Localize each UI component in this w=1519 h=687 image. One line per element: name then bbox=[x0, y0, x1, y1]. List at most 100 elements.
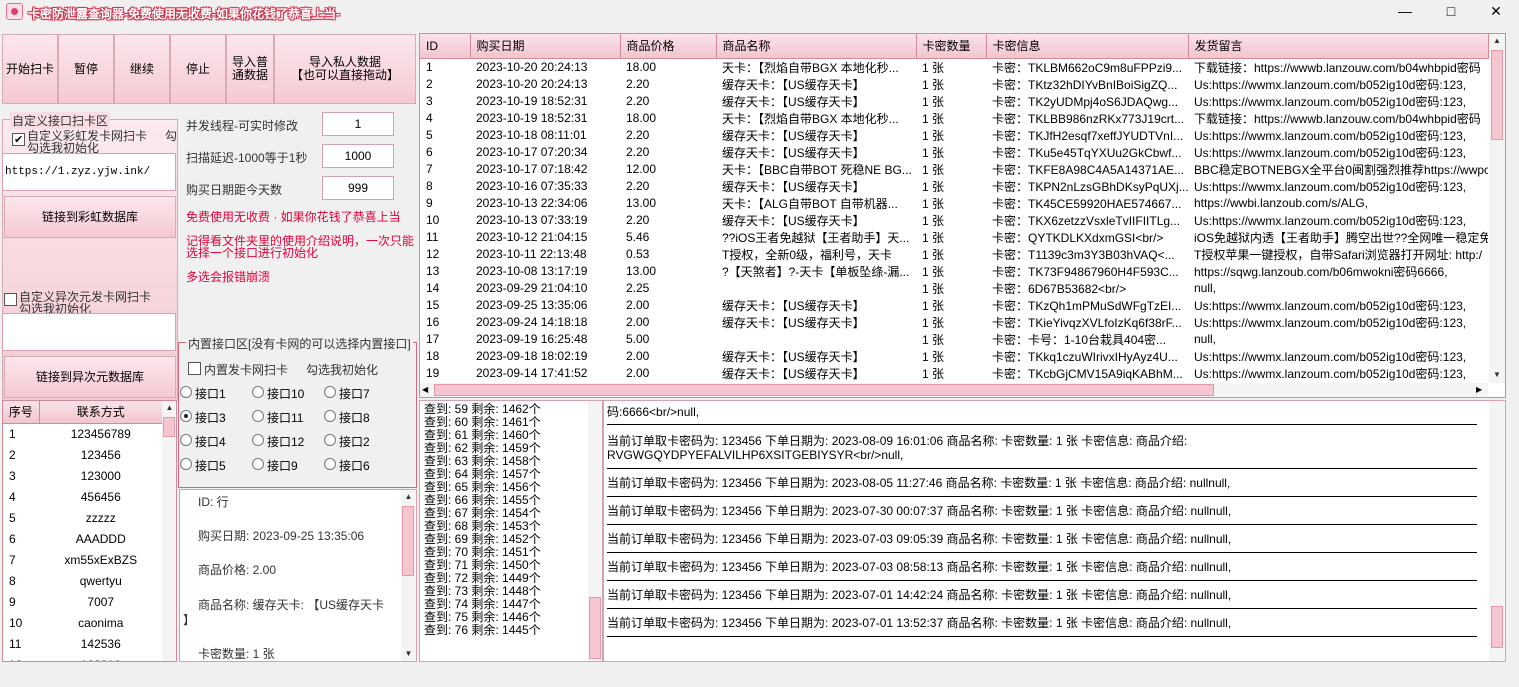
table-row[interactable]: 14 2023-09-29 21:04:10 2.25 1 张 卡密：6D67B5368… bbox=[420, 280, 1488, 297]
caihong-url-input[interactable]: https://1.zyz.yjw.ink/ bbox=[2, 153, 176, 191]
list-item[interactable]: 11 142536 bbox=[3, 633, 163, 654]
radio-circle-icon[interactable] bbox=[324, 410, 336, 422]
contacts-header-contact[interactable]: 联系方式 bbox=[39, 401, 163, 424]
close-button[interactable]: ✕ bbox=[1474, 0, 1518, 22]
radio-label: 接口10 bbox=[267, 387, 305, 401]
contact-index: 6 bbox=[9, 531, 16, 546]
scroll-up-icon[interactable]: ▲ bbox=[401, 490, 416, 504]
maximize-button[interactable]: □ bbox=[1429, 0, 1473, 22]
table-row[interactable]: 10 2023-10-13 07:33:19 2.20 缓存天卡：【US缓存天卡】 1 … bbox=[420, 212, 1488, 229]
list-item[interactable]: 10 caonima bbox=[3, 612, 163, 633]
list-item[interactable]: 6 AAADDD bbox=[3, 528, 163, 549]
stop-button[interactable]: 停止 bbox=[170, 34, 226, 104]
list-item[interactable]: 9 7007 bbox=[3, 591, 163, 612]
result-scrollbar[interactable] bbox=[1489, 401, 1505, 661]
minimize-button[interactable]: — bbox=[1383, 0, 1427, 22]
scroll-up-icon[interactable]: ▲ bbox=[162, 401, 176, 415]
contacts-header-index[interactable]: 序号 bbox=[3, 401, 40, 424]
orders-header-3[interactable]: 商品名称 bbox=[716, 34, 917, 59]
table-row[interactable]: 3 2023-10-19 18:52:31 2.20 缓存天卡：【US缓存天卡】 1 张… bbox=[420, 93, 1488, 110]
yiciyuan-connect-button[interactable]: 链接到异次元数据库 bbox=[4, 356, 176, 398]
list-item[interactable]: 7 xm55xExBZS bbox=[3, 549, 163, 570]
table-row[interactable]: 2 2023-10-20 20:24:13 2.20 缓存天卡：【US缓存天卡】 1 张… bbox=[420, 76, 1488, 93]
radio-circle-icon[interactable] bbox=[252, 434, 264, 446]
table-cell: 2023-09-18 18:02:19 bbox=[476, 349, 588, 363]
pause-button[interactable]: 暂停 bbox=[58, 34, 114, 104]
radio-label: 接口9 bbox=[267, 459, 298, 473]
orders-header-5[interactable]: 卡密信息 bbox=[986, 34, 1189, 59]
orders-header-6[interactable]: 发货留言 bbox=[1188, 34, 1489, 59]
radio-circle-icon[interactable] bbox=[180, 458, 192, 470]
orders-header-0[interactable]: ID bbox=[420, 34, 471, 59]
scroll-down-icon[interactable]: ▼ bbox=[1489, 368, 1505, 382]
result-line: 当前订单取卡密码为: 123456 下单日期为: 2023-07-01 14:4… bbox=[607, 588, 1232, 602]
table-row[interactable]: 9 2023-10-13 22:34:06 13.00 天卡：【ALG自带BOT 自带… bbox=[420, 195, 1488, 212]
threads-input[interactable]: 1 bbox=[322, 112, 394, 136]
list-item[interactable]: 5 zzzzz bbox=[3, 507, 163, 528]
import-private-button[interactable]: 导入私人数据 【也可以直接拖动】 bbox=[274, 34, 416, 104]
orders-hscrollbar[interactable]: ◀ ▶ bbox=[420, 383, 1488, 397]
caihong-connect-button[interactable]: 链接到彩虹数据库 bbox=[4, 196, 176, 238]
radio-circle-icon[interactable] bbox=[252, 386, 264, 398]
contact-value: 456456 bbox=[80, 489, 121, 504]
radio-circle-icon[interactable] bbox=[324, 458, 336, 470]
table-row[interactable]: 11 2023-10-12 21:04:15 5.46 ??iOS王者免越狱【王者助手… bbox=[420, 229, 1488, 246]
list-item[interactable]: 3 123000 bbox=[3, 465, 163, 486]
yiciyuan-url-input[interactable] bbox=[2, 313, 176, 351]
table-cell: 卡密：TKzQh1mPMuSdWFgTzEI... bbox=[992, 298, 1182, 313]
table-row[interactable]: 13 2023-10-08 13:17:19 13.00 ?【天煞者】?-天卡【单板坠… bbox=[420, 263, 1488, 280]
orders-hscroll-thumb[interactable] bbox=[434, 384, 1214, 396]
delay-input[interactable]: 1000 bbox=[322, 144, 394, 168]
list-item[interactable]: 8 qwertyu bbox=[3, 570, 163, 591]
table-row[interactable]: 1 2023-10-20 20:24:13 18.00 天卡：【烈焰自带BGX 本地化… bbox=[420, 58, 1488, 76]
radio-circle-icon[interactable] bbox=[252, 458, 264, 470]
scroll-up-icon[interactable]: ▲ bbox=[1489, 34, 1505, 48]
scroll-right-icon[interactable]: ▶ bbox=[1476, 383, 1482, 397]
detail-name-cont: 】 bbox=[183, 613, 196, 627]
yiciyuan-checkbox[interactable] bbox=[4, 293, 18, 307]
table-cell: 1 张 bbox=[922, 264, 945, 279]
table-cell: T授权苹果一键授权，自带Safari浏览器打开网址: http:/ bbox=[1194, 247, 1483, 262]
caihong-checkbox[interactable] bbox=[12, 133, 26, 147]
table-row[interactable]: 6 2023-10-17 07:20:34 2.20 缓存天卡：【US缓存天卡】 1 张… bbox=[420, 144, 1488, 161]
orders-header-1[interactable]: 购买日期 bbox=[470, 34, 621, 59]
radio-circle-icon[interactable] bbox=[180, 434, 192, 446]
orders-vscroll-thumb[interactable] bbox=[1491, 50, 1503, 140]
list-item[interactable]: 4 456456 bbox=[3, 486, 163, 507]
table-row[interactable]: 18 2023-09-18 18:02:19 2.00 缓存天卡：【US缓存天卡】 1 … bbox=[420, 348, 1488, 365]
radio-circle-icon[interactable] bbox=[180, 410, 192, 422]
list-item[interactable]: 2 123456 bbox=[3, 444, 163, 465]
radio-circle-icon[interactable] bbox=[324, 386, 336, 398]
table-row[interactable]: 16 2023-09-24 14:18:18 2.00 缓存天卡：【US缓存天卡】 1 … bbox=[420, 314, 1488, 331]
table-row[interactable]: 17 2023-09-19 16:25:48 5.00 1 张 卡密：卡号：1-10台栽… bbox=[420, 331, 1488, 348]
resume-button[interactable]: 继续 bbox=[114, 34, 170, 104]
table-row[interactable]: 4 2023-10-19 18:52:31 18.00 天卡：【烈焰自带BGX 本地化… bbox=[420, 110, 1488, 127]
days-input[interactable]: 999 bbox=[322, 176, 394, 200]
detail-scrollbar[interactable]: ▲ ▼ bbox=[401, 490, 416, 661]
orders-vscrollbar[interactable]: ▲ ▼ bbox=[1489, 34, 1505, 383]
list-item[interactable]: 1 123456789 bbox=[3, 423, 163, 444]
progress-scrollbar[interactable] bbox=[588, 401, 602, 661]
radio-circle-icon[interactable] bbox=[324, 434, 336, 446]
import-normal-button[interactable]: 导入普通数据 bbox=[226, 34, 274, 104]
table-row[interactable]: 15 2023-09-25 13:35:06 2.00 缓存天卡：【US缓存天卡】 1 … bbox=[420, 297, 1488, 314]
result-scroll-thumb[interactable] bbox=[1491, 606, 1503, 648]
table-row[interactable]: 12 2023-10-11 22:13:48 0.53 T授权，全新0级，福利号，天卡… bbox=[420, 246, 1488, 263]
start-scan-button[interactable]: 开始扫卡 bbox=[2, 34, 58, 104]
radio-circle-icon[interactable] bbox=[180, 386, 192, 398]
contacts-scrollbar[interactable]: ▲ bbox=[162, 401, 176, 661]
table-row[interactable]: 7 2023-10-17 07:18:42 12.00 天卡：【BBC自带BOT 死稳… bbox=[420, 161, 1488, 178]
list-item[interactable]: 12123910 bbox=[3, 654, 163, 662]
orders-header-2[interactable]: 商品价格 bbox=[620, 34, 717, 59]
table-row[interactable]: 8 2023-10-16 07:35:33 2.20 缓存天卡：【US缓存天卡】 1 张… bbox=[420, 178, 1488, 195]
contacts-scroll-thumb[interactable] bbox=[163, 417, 175, 437]
progress-scroll-thumb[interactable] bbox=[589, 597, 601, 659]
scroll-left-icon[interactable]: ◀ bbox=[422, 383, 428, 397]
table-row[interactable]: 5 2023-10-18 08:11:01 2.20 缓存天卡：【US缓存天卡】 1 张… bbox=[420, 127, 1488, 144]
builtin-checkbox[interactable] bbox=[188, 362, 202, 376]
detail-scroll-thumb[interactable] bbox=[402, 506, 414, 576]
orders-header-4[interactable]: 卡密数量 bbox=[916, 34, 987, 59]
scroll-down-icon[interactable]: ▼ bbox=[401, 647, 416, 661]
table-row[interactable]: 19 2023-09-14 17:41:52 2.00 缓存天卡：【US缓存天卡】 1 … bbox=[420, 365, 1488, 382]
radio-circle-icon[interactable] bbox=[252, 410, 264, 422]
